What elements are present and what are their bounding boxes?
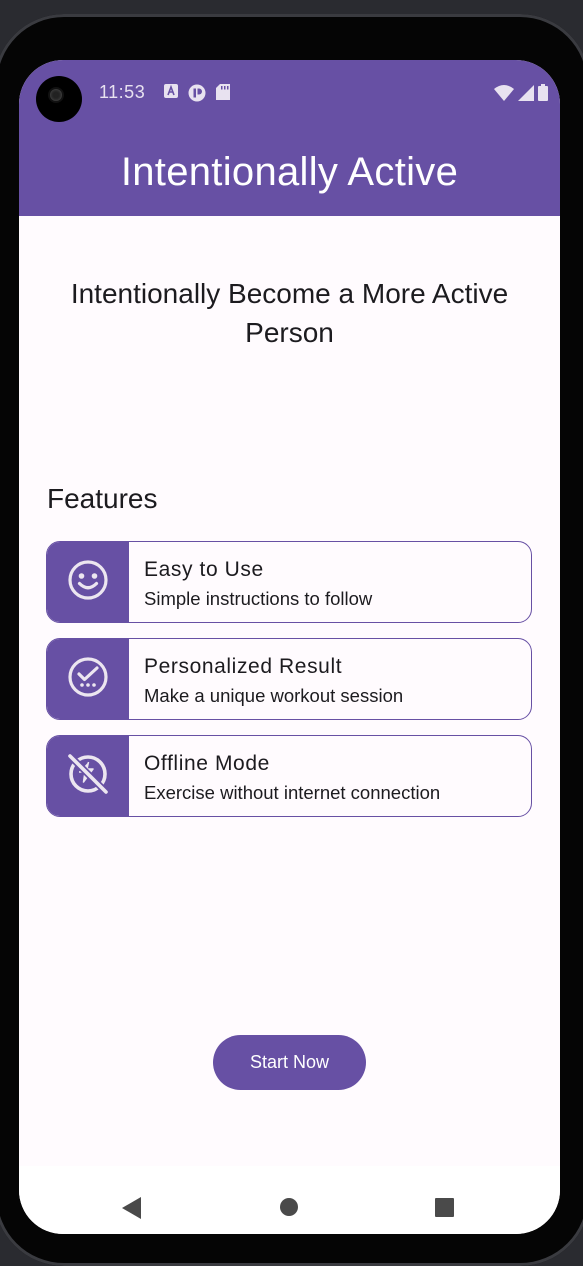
page-headline: Intentionally Become a More Active Perso… xyxy=(70,278,509,348)
system-status-icons xyxy=(494,84,548,106)
system-navigation-bar xyxy=(19,1166,560,1234)
phone-screen: 11:53 Intentionally Active Intentionally… xyxy=(19,60,560,1234)
smile-icon xyxy=(66,558,110,607)
back-icon[interactable] xyxy=(122,1197,142,1224)
feature-card-personalized-result[interactable]: Personalized Result Make a unique workou… xyxy=(46,638,532,720)
feature-description: Exercise without internet connection xyxy=(144,782,441,803)
feature-card-offline-mode[interactable]: Offline Mode Exercise without internet c… xyxy=(46,735,532,817)
feature-card-easy-to-use[interactable]: Easy to Use Simple instructions to follo… xyxy=(46,541,532,623)
pause-circle-icon xyxy=(188,84,206,102)
camera-lens xyxy=(50,89,62,101)
font-icon xyxy=(164,84,178,102)
cellular-signal-icon xyxy=(518,84,534,106)
feature-title: Offline Mode xyxy=(144,752,270,775)
feature-description: Make a unique workout session xyxy=(144,685,404,706)
feature-icon-container xyxy=(47,736,129,816)
sd-card-icon xyxy=(216,84,230,102)
app-title: Intentionally Active xyxy=(120,149,459,194)
top-app-bar: Intentionally Active xyxy=(19,130,560,216)
battery-icon xyxy=(538,84,548,106)
start-now-button[interactable]: Start Now xyxy=(213,1035,366,1090)
status-time: 11:53 xyxy=(99,82,146,102)
feature-description: Simple instructions to follow xyxy=(144,588,373,609)
feature-icon-container xyxy=(47,639,129,719)
notification-icons xyxy=(164,84,230,102)
recents-icon[interactable] xyxy=(435,1198,454,1217)
check-circle-icon xyxy=(66,655,110,704)
feature-title: Easy to Use xyxy=(144,558,264,581)
home-icon[interactable] xyxy=(280,1198,298,1216)
status-bar: 11:53 xyxy=(19,60,560,130)
wifi-icon xyxy=(494,84,514,106)
front-camera xyxy=(36,76,82,122)
feature-title: Personalized Result xyxy=(144,655,343,678)
feature-icon-container xyxy=(47,542,129,622)
phone-frame: 11:53 Intentionally Active Intentionally… xyxy=(0,14,583,1266)
features-heading: Features xyxy=(47,483,158,514)
offline-icon xyxy=(65,751,111,802)
